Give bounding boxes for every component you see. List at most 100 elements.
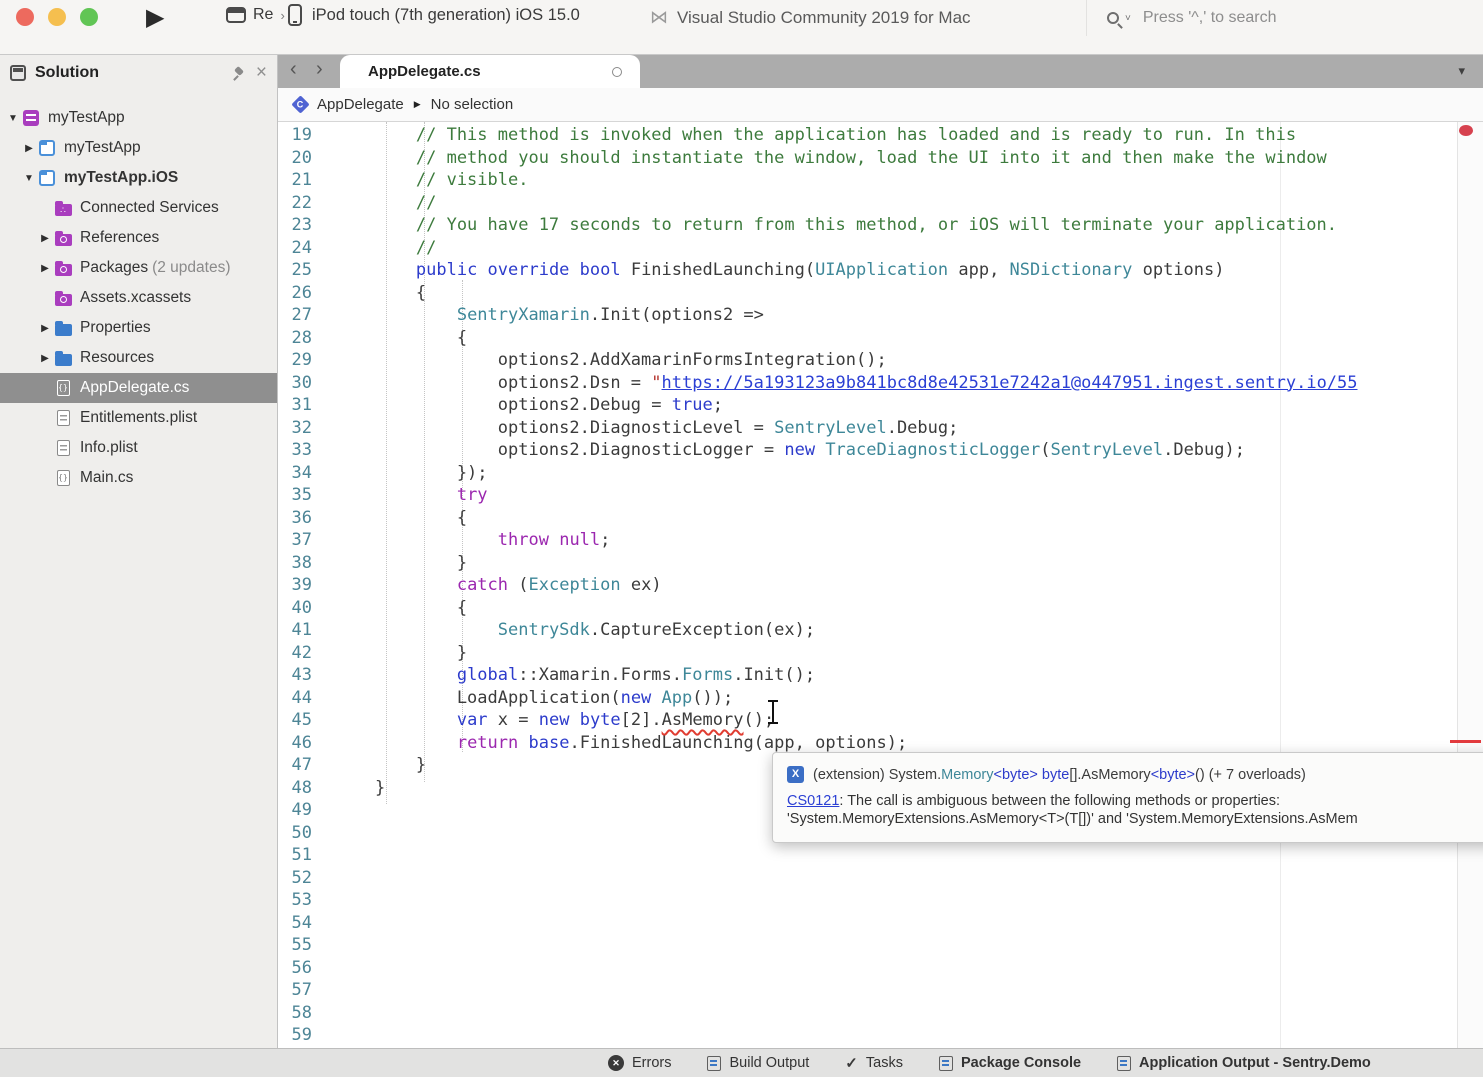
line-number[interactable]: 27 [278, 305, 334, 328]
code-line[interactable]: 32 options2.DiagnosticLevel = SentryLeve… [278, 418, 1457, 441]
code-line[interactable]: 59 [278, 1025, 1457, 1048]
line-number[interactable]: 49 [278, 800, 334, 823]
disclosure-icon[interactable]: ▼ [6, 113, 20, 124]
tab-list-dropdown[interactable]: ▾ [1458, 63, 1465, 79]
code-line[interactable]: 25 public override bool FinishedLaunchin… [278, 260, 1457, 283]
breadcrumb-selection[interactable]: No selection [431, 96, 514, 113]
code-line[interactable]: 31 options2.Debug = true; [278, 395, 1457, 418]
code-line[interactable]: 58 [278, 1003, 1457, 1026]
tree-item-appdelegate-cs[interactable]: {}AppDelegate.cs [0, 373, 277, 403]
window-close-button[interactable] [16, 8, 34, 26]
bottom-pad-build-output[interactable]: Build Output [707, 1055, 809, 1071]
code-line[interactable]: 56 [278, 958, 1457, 981]
code-line[interactable]: 28 { [278, 328, 1457, 351]
line-number[interactable]: 45 [278, 710, 334, 733]
line-number[interactable]: 24 [278, 238, 334, 261]
line-number[interactable]: 19 [278, 125, 334, 148]
pin-icon[interactable] [232, 65, 248, 81]
line-number[interactable]: 35 [278, 485, 334, 508]
line-number[interactable]: 55 [278, 935, 334, 958]
tree-item-mytestapp-ios[interactable]: ▼myTestApp.iOS [0, 163, 277, 193]
line-number[interactable]: 58 [278, 1003, 334, 1026]
code-line[interactable]: 54 [278, 913, 1457, 936]
code-line[interactable]: 30 options2.Dsn = "https://5a193123a9b84… [278, 373, 1457, 396]
line-number[interactable]: 20 [278, 148, 334, 171]
breadcrumb-scope[interactable]: AppDelegate [317, 96, 404, 113]
line-number[interactable]: 30 [278, 373, 334, 396]
line-number[interactable]: 22 [278, 193, 334, 216]
code-line[interactable]: 51 [278, 845, 1457, 868]
code-line[interactable]: 19 // This method is invoked when the ap… [278, 125, 1457, 148]
line-number[interactable]: 38 [278, 553, 334, 576]
tree-item-info-plist[interactable]: Info.plist [0, 433, 277, 463]
code-line[interactable]: 38 } [278, 553, 1457, 576]
code-line[interactable]: 21 // visible. [278, 170, 1457, 193]
code-line[interactable]: 53 [278, 890, 1457, 913]
code-line[interactable]: 24 // [278, 238, 1457, 261]
bottom-pad-tasks[interactable]: ✓Tasks [845, 1054, 903, 1072]
code-area[interactable]: 19 // This method is invoked when the ap… [278, 125, 1457, 1048]
line-number[interactable]: 52 [278, 868, 334, 891]
navigate-back-button[interactable]: ‹ [290, 58, 297, 81]
tree-item-connected-services[interactable]: ∴Connected Services [0, 193, 277, 223]
line-number[interactable]: 31 [278, 395, 334, 418]
tab-appdelegate[interactable]: AppDelegate.cs [340, 55, 640, 88]
code-line[interactable]: 42 } [278, 643, 1457, 666]
window-zoom-button[interactable] [80, 8, 98, 26]
bottom-pad-package-console[interactable]: Package Console [939, 1055, 1081, 1071]
line-number[interactable]: 53 [278, 890, 334, 913]
error-code-link[interactable]: CS0121 [787, 793, 839, 809]
line-number[interactable]: 51 [278, 845, 334, 868]
line-number[interactable]: 48 [278, 778, 334, 801]
build-configuration-selector[interactable]: Re › [226, 6, 285, 24]
code-line[interactable]: 37 throw null; [278, 530, 1457, 553]
line-number[interactable]: 59 [278, 1025, 334, 1048]
line-number[interactable]: 42 [278, 643, 334, 666]
disclosure-icon[interactable]: ▶ [22, 143, 36, 154]
disclosure-icon[interactable]: ▶ [38, 263, 52, 274]
disclosure-icon[interactable]: ▶ [38, 323, 52, 334]
line-number[interactable]: 39 [278, 575, 334, 598]
line-number[interactable]: 28 [278, 328, 334, 351]
line-number[interactable]: 33 [278, 440, 334, 463]
tree-item-entitlements-plist[interactable]: Entitlements.plist [0, 403, 277, 433]
code-line[interactable]: 35 try [278, 485, 1457, 508]
code-line[interactable]: 33 options2.DiagnosticLogger = new Trace… [278, 440, 1457, 463]
code-line[interactable]: 57 [278, 980, 1457, 1003]
tree-item-packages[interactable]: ▶Packages(2 updates) [0, 253, 277, 283]
line-number[interactable]: 34 [278, 463, 334, 486]
run-button[interactable]: ▶ [146, 3, 164, 32]
line-number[interactable]: 25 [278, 260, 334, 283]
code-line[interactable]: 43 global::Xamarin.Forms.Forms.Init(); [278, 665, 1457, 688]
code-line[interactable]: 22 // [278, 193, 1457, 216]
line-number[interactable]: 44 [278, 688, 334, 711]
line-number[interactable]: 23 [278, 215, 334, 238]
close-icon[interactable]: × [256, 66, 267, 80]
tree-item-properties[interactable]: ▶Properties [0, 313, 277, 343]
line-number[interactable]: 56 [278, 958, 334, 981]
line-number[interactable]: 43 [278, 665, 334, 688]
editor-scrollbar[interactable] [1457, 122, 1483, 1048]
line-number[interactable]: 36 [278, 508, 334, 531]
line-number[interactable]: 41 [278, 620, 334, 643]
window-minimize-button[interactable] [48, 8, 66, 26]
disclosure-icon[interactable]: ▶ [38, 233, 52, 244]
tree-item-main-cs[interactable]: {}Main.cs [0, 463, 277, 493]
code-line[interactable]: 20 // method you should instantiate the … [278, 148, 1457, 171]
code-line[interactable]: 36 { [278, 508, 1457, 531]
dsn-url-link[interactable]: https://5a193123a9b841bc8d8e42531e7242a1… [662, 373, 1358, 393]
navigate-forward-button[interactable]: › [316, 58, 323, 81]
code-line[interactable]: 44 LoadApplication(new App()); [278, 688, 1457, 711]
bottom-pad-application-output-sentry-demo[interactable]: Application Output - Sentry.Demo [1117, 1055, 1371, 1071]
line-number[interactable]: 40 [278, 598, 334, 621]
code-line[interactable]: 39 catch (Exception ex) [278, 575, 1457, 598]
code-line[interactable]: 52 [278, 868, 1457, 891]
line-number[interactable]: 47 [278, 755, 334, 778]
code-line[interactable]: 23 // You have 17 seconds to return from… [278, 215, 1457, 238]
code-line[interactable]: 40 { [278, 598, 1457, 621]
code-line[interactable]: 29 options2.AddXamarinFormsIntegration()… [278, 350, 1457, 373]
code-line[interactable]: 27 SentryXamarin.Init(options2 => [278, 305, 1457, 328]
tree-item-assets-xcassets[interactable]: Assets.xcassets [0, 283, 277, 313]
line-number[interactable]: 26 [278, 283, 334, 306]
code-line[interactable]: 45 var x = new byte[2].AsMemory(); [278, 710, 1457, 733]
